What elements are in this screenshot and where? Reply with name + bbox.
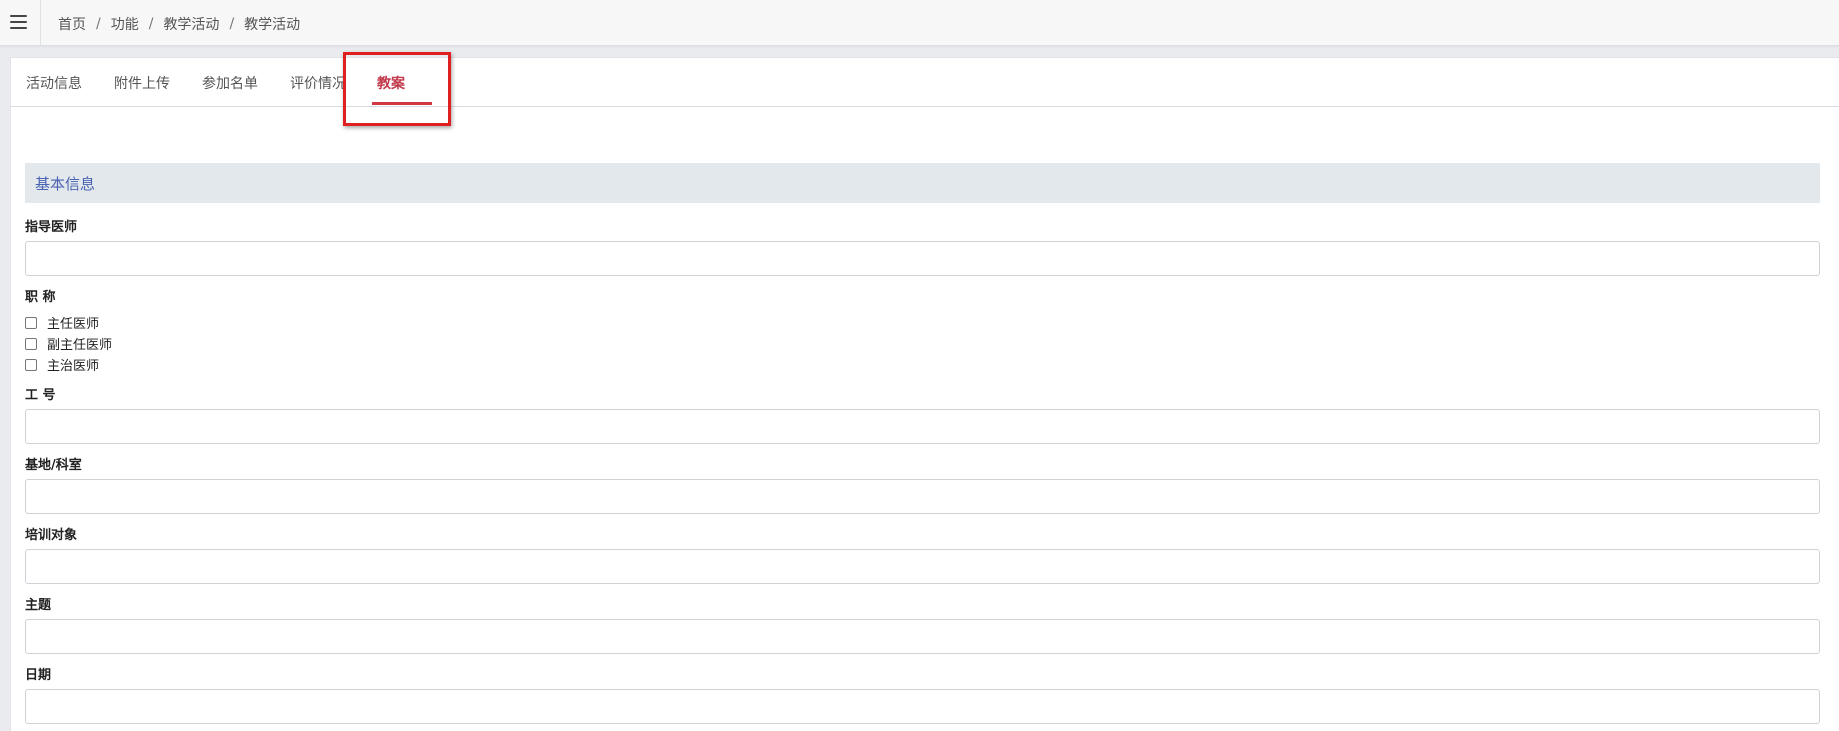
instructor-label: 指导医师 <box>25 220 78 235</box>
checkbox-label: 主治医师 <box>47 359 100 374</box>
tab-lesson-plan[interactable]: 教案 <box>377 73 405 93</box>
date-label: 日期 <box>25 668 52 683</box>
breadcrumb-separator: / <box>229 16 235 32</box>
topic-input[interactable] <box>25 619 1820 654</box>
tab-participants[interactable]: 参加名单 <box>202 73 258 93</box>
topic-label: 主题 <box>25 598 52 613</box>
instructor-input[interactable] <box>25 241 1820 276</box>
job-title-option[interactable]: 主任医师 <box>25 313 99 332</box>
breadcrumb-item-home[interactable]: 首页 <box>58 14 86 34</box>
job-title-option[interactable]: 副主任医师 <box>25 334 112 353</box>
tab-bar: 活动信息 附件上传 参加名单 评价情况 教案 <box>11 58 1839 107</box>
employee-id-label: 工 号 <box>25 388 56 403</box>
job-title-label: 职 称 <box>25 290 56 305</box>
breadcrumb-item-teaching[interactable]: 教学活动 <box>163 14 219 34</box>
hamburger-menu-icon[interactable] <box>0 0 41 45</box>
job-title-option[interactable]: 主治医师 <box>25 355 99 374</box>
top-navbar: 首页 / 功能 / 教学活动 / 教学活动 <box>0 0 1839 46</box>
checkbox[interactable] <box>25 358 37 371</box>
checkbox-label: 主任医师 <box>47 317 100 332</box>
date-input[interactable] <box>25 689 1820 724</box>
trainees-input[interactable] <box>25 549 1820 584</box>
tab-evaluation[interactable]: 评价情况 <box>290 73 346 93</box>
breadcrumb-item-function[interactable]: 功能 <box>111 14 139 34</box>
breadcrumb-item-current: 教学活动 <box>244 17 301 33</box>
active-tab-indicator <box>372 102 432 105</box>
breadcrumb: 首页 / 功能 / 教学活动 / 教学活动 <box>58 14 300 34</box>
trainees-label: 培训对象 <box>25 528 78 543</box>
department-label: 基地/科室 <box>25 458 82 473</box>
checkbox[interactable] <box>25 337 37 350</box>
breadcrumb-separator: / <box>148 16 154 32</box>
tab-attachment-upload[interactable]: 附件上传 <box>114 73 170 93</box>
employee-id-input[interactable] <box>25 409 1820 444</box>
checkbox-label: 副主任医师 <box>47 338 113 353</box>
department-input[interactable] <box>25 479 1820 514</box>
section-title: 基本信息 <box>35 175 96 193</box>
section-header: 基本信息 <box>25 163 1820 203</box>
breadcrumb-separator: / <box>96 16 101 32</box>
checkbox[interactable] <box>25 316 37 329</box>
tab-activity-info[interactable]: 活动信息 <box>26 73 82 93</box>
